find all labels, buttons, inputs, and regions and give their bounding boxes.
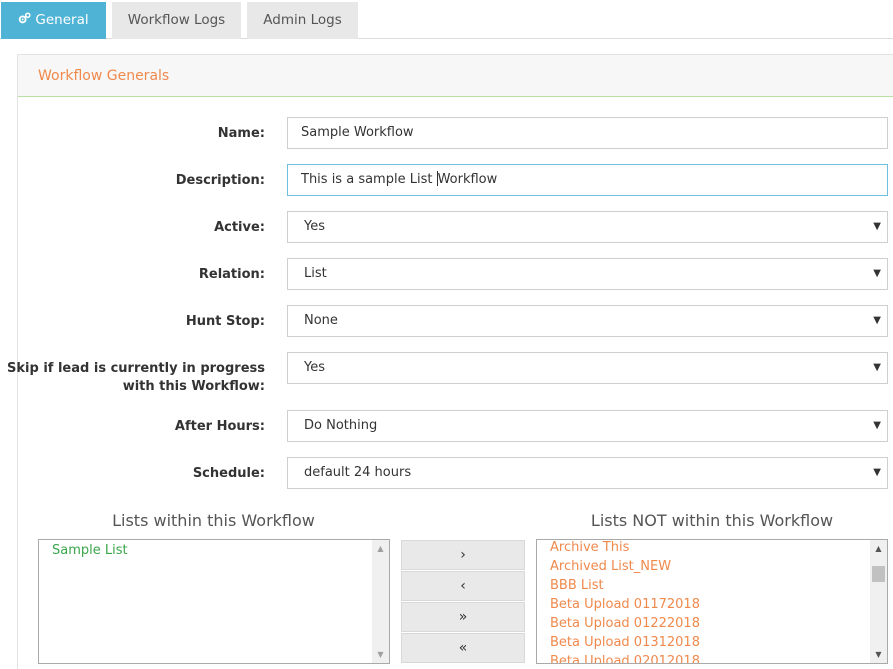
gears-icon	[19, 12, 31, 24]
schedule-value: default 24 hours	[304, 465, 412, 480]
panel-title: Workflow Generals	[38, 68, 170, 84]
active-label: Active:	[214, 220, 265, 235]
tab-workflow-logs-label: Workflow Logs	[127, 12, 226, 28]
active-select[interactable]: Yes ▼	[287, 211, 888, 243]
scroll-up-icon[interactable]: ▲	[870, 540, 887, 557]
description-label: Description:	[175, 173, 265, 188]
skip-value: Yes	[304, 360, 325, 375]
description-value: This is a sample List Workflow	[301, 165, 497, 195]
scroll-down-icon[interactable]: ▼	[372, 646, 389, 663]
dropdown-arrow-icon: ▼	[873, 268, 881, 279]
add-all-button[interactable]: »	[401, 602, 525, 632]
description-input[interactable]: This is a sample List Workflow	[287, 164, 888, 196]
after-hours-label: After Hours:	[174, 419, 265, 434]
tab-general-label: General	[35, 12, 89, 28]
scroll-down-icon[interactable]: ▼	[870, 646, 887, 663]
list-item[interactable]: Beta Upload 01172018	[550, 597, 700, 612]
list-item[interactable]: Archived List_NEW	[550, 559, 671, 574]
scrollbar[interactable]: ▲ ▼	[372, 540, 389, 663]
relation-label: Relation:	[198, 267, 265, 282]
description-text-before-cursor: This is a sample List	[301, 172, 437, 187]
lists-within-listbox[interactable]: Sample List ▲ ▼	[38, 539, 390, 664]
remove-all-button[interactable]: «	[401, 633, 525, 663]
skip-label-line1: Skip if lead is currently in progress	[7, 361, 265, 376]
list-item[interactable]: Beta Upload 01312018	[550, 635, 700, 650]
relation-select[interactable]: List ▼	[287, 258, 888, 290]
dropdown-arrow-icon: ▼	[873, 221, 881, 232]
relation-value: List	[304, 266, 327, 281]
active-value: Yes	[304, 219, 325, 234]
tab-general[interactable]: General	[1, 2, 106, 39]
skip-label-line2: with this Workflow:	[122, 379, 265, 394]
scroll-up-icon[interactable]: ▲	[372, 540, 389, 557]
list-item[interactable]: Archive This	[550, 540, 629, 555]
list-item[interactable]: Beta Upload 01222018	[550, 616, 700, 631]
name-label: Name:	[217, 126, 265, 141]
dropdown-arrow-icon: ▼	[873, 420, 881, 431]
after-hours-select[interactable]: Do Nothing ▼	[287, 410, 888, 442]
lists-within-title: Lists within this Workflow	[112, 511, 315, 530]
hunt-stop-value: None	[304, 313, 338, 328]
description-text-after-cursor: Workflow	[437, 172, 498, 187]
schedule-select[interactable]: default 24 hours ▼	[287, 457, 888, 489]
dropdown-arrow-icon: ▼	[873, 467, 881, 478]
hunt-stop-label: Hunt Stop:	[185, 314, 265, 329]
dropdown-arrow-icon: ▼	[873, 362, 881, 373]
list-item[interactable]: Sample List	[52, 543, 128, 558]
hunt-stop-select[interactable]: None ▼	[287, 305, 888, 337]
panel-header: Workflow Generals	[18, 55, 893, 97]
tab-workflow-logs[interactable]: Workflow Logs	[112, 2, 241, 39]
name-input[interactable]: Sample Workflow	[287, 117, 888, 149]
skip-if-in-progress-select[interactable]: Yes ▼	[287, 352, 888, 384]
tab-admin-logs-label: Admin Logs	[263, 12, 342, 28]
scrollbar[interactable]: ▲ ▼	[870, 540, 887, 663]
after-hours-value: Do Nothing	[304, 418, 378, 433]
lists-not-within-listbox[interactable]: Archive This Archived List_NEW BBB List …	[536, 539, 888, 664]
tab-admin-logs[interactable]: Admin Logs	[247, 2, 358, 39]
lists-not-within-title: Lists NOT within this Workflow	[590, 511, 834, 530]
tab-bar: General Workflow Logs Admin Logs	[0, 0, 893, 39]
list-item[interactable]: BBB List	[550, 578, 604, 593]
schedule-label: Schedule:	[192, 466, 265, 481]
remove-selected-button[interactable]: ‹	[401, 571, 525, 601]
add-selected-button[interactable]: ›	[401, 540, 525, 570]
scrollbar-thumb[interactable]	[872, 566, 885, 582]
list-item[interactable]: Beta Upload 02012018	[550, 654, 700, 663]
dropdown-arrow-icon: ▼	[873, 315, 881, 326]
name-value: Sample Workflow	[301, 125, 414, 140]
